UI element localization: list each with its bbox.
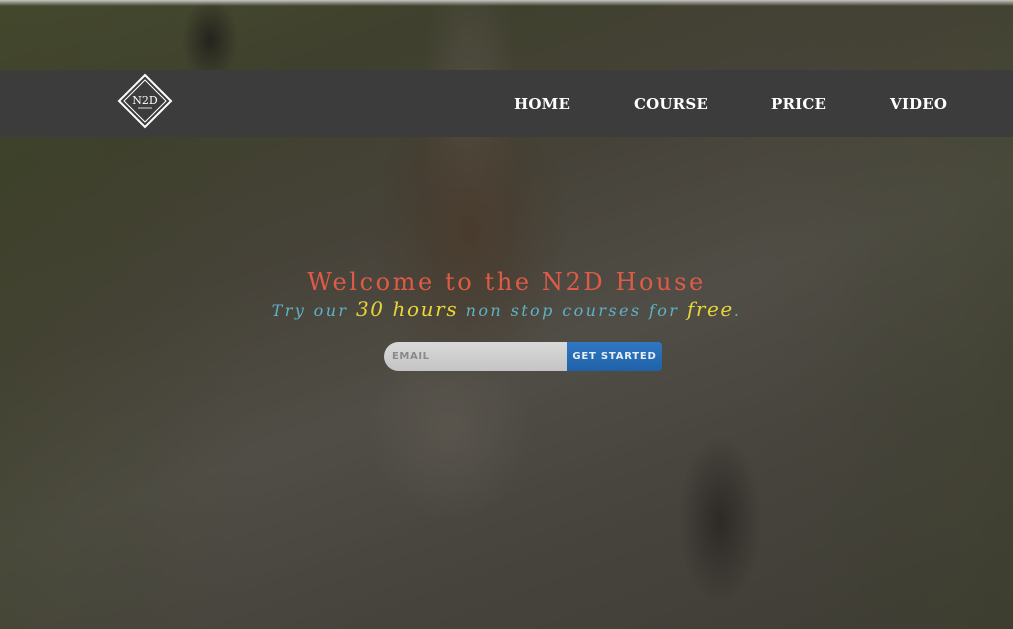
email-input[interactable]	[384, 342, 567, 371]
top-edge	[0, 0, 1013, 6]
subline-highlight-hours: 30 hours	[355, 297, 459, 321]
nav-video-link[interactable]: VIDEO	[890, 95, 947, 113]
signup-form: GET STARTED	[384, 342, 662, 371]
hero-headline: Welcome to the N2D House	[307, 268, 706, 296]
nav-price-link[interactable]: PRICE	[771, 95, 826, 113]
nav-menu: HOME COURSE PRICE VIDEO	[0, 70, 1013, 137]
navbar: N2D HOME COURSE PRICE VIDEO	[0, 70, 1013, 137]
landing-page: N2D HOME COURSE PRICE VIDEO Welcome to t…	[0, 0, 1013, 629]
subline-highlight-free: free	[686, 297, 734, 321]
nav-course-link[interactable]: COURSE	[634, 95, 708, 113]
nav-home-link[interactable]: HOME	[514, 95, 570, 113]
get-started-button[interactable]: GET STARTED	[567, 342, 662, 371]
hero-subline: Try our 30 hours non stop courses for fr…	[0, 297, 1013, 321]
subline-text-2: non stop courses for	[458, 301, 687, 320]
subline-period: .	[733, 301, 742, 320]
subline-text-1: Try our	[271, 301, 356, 320]
